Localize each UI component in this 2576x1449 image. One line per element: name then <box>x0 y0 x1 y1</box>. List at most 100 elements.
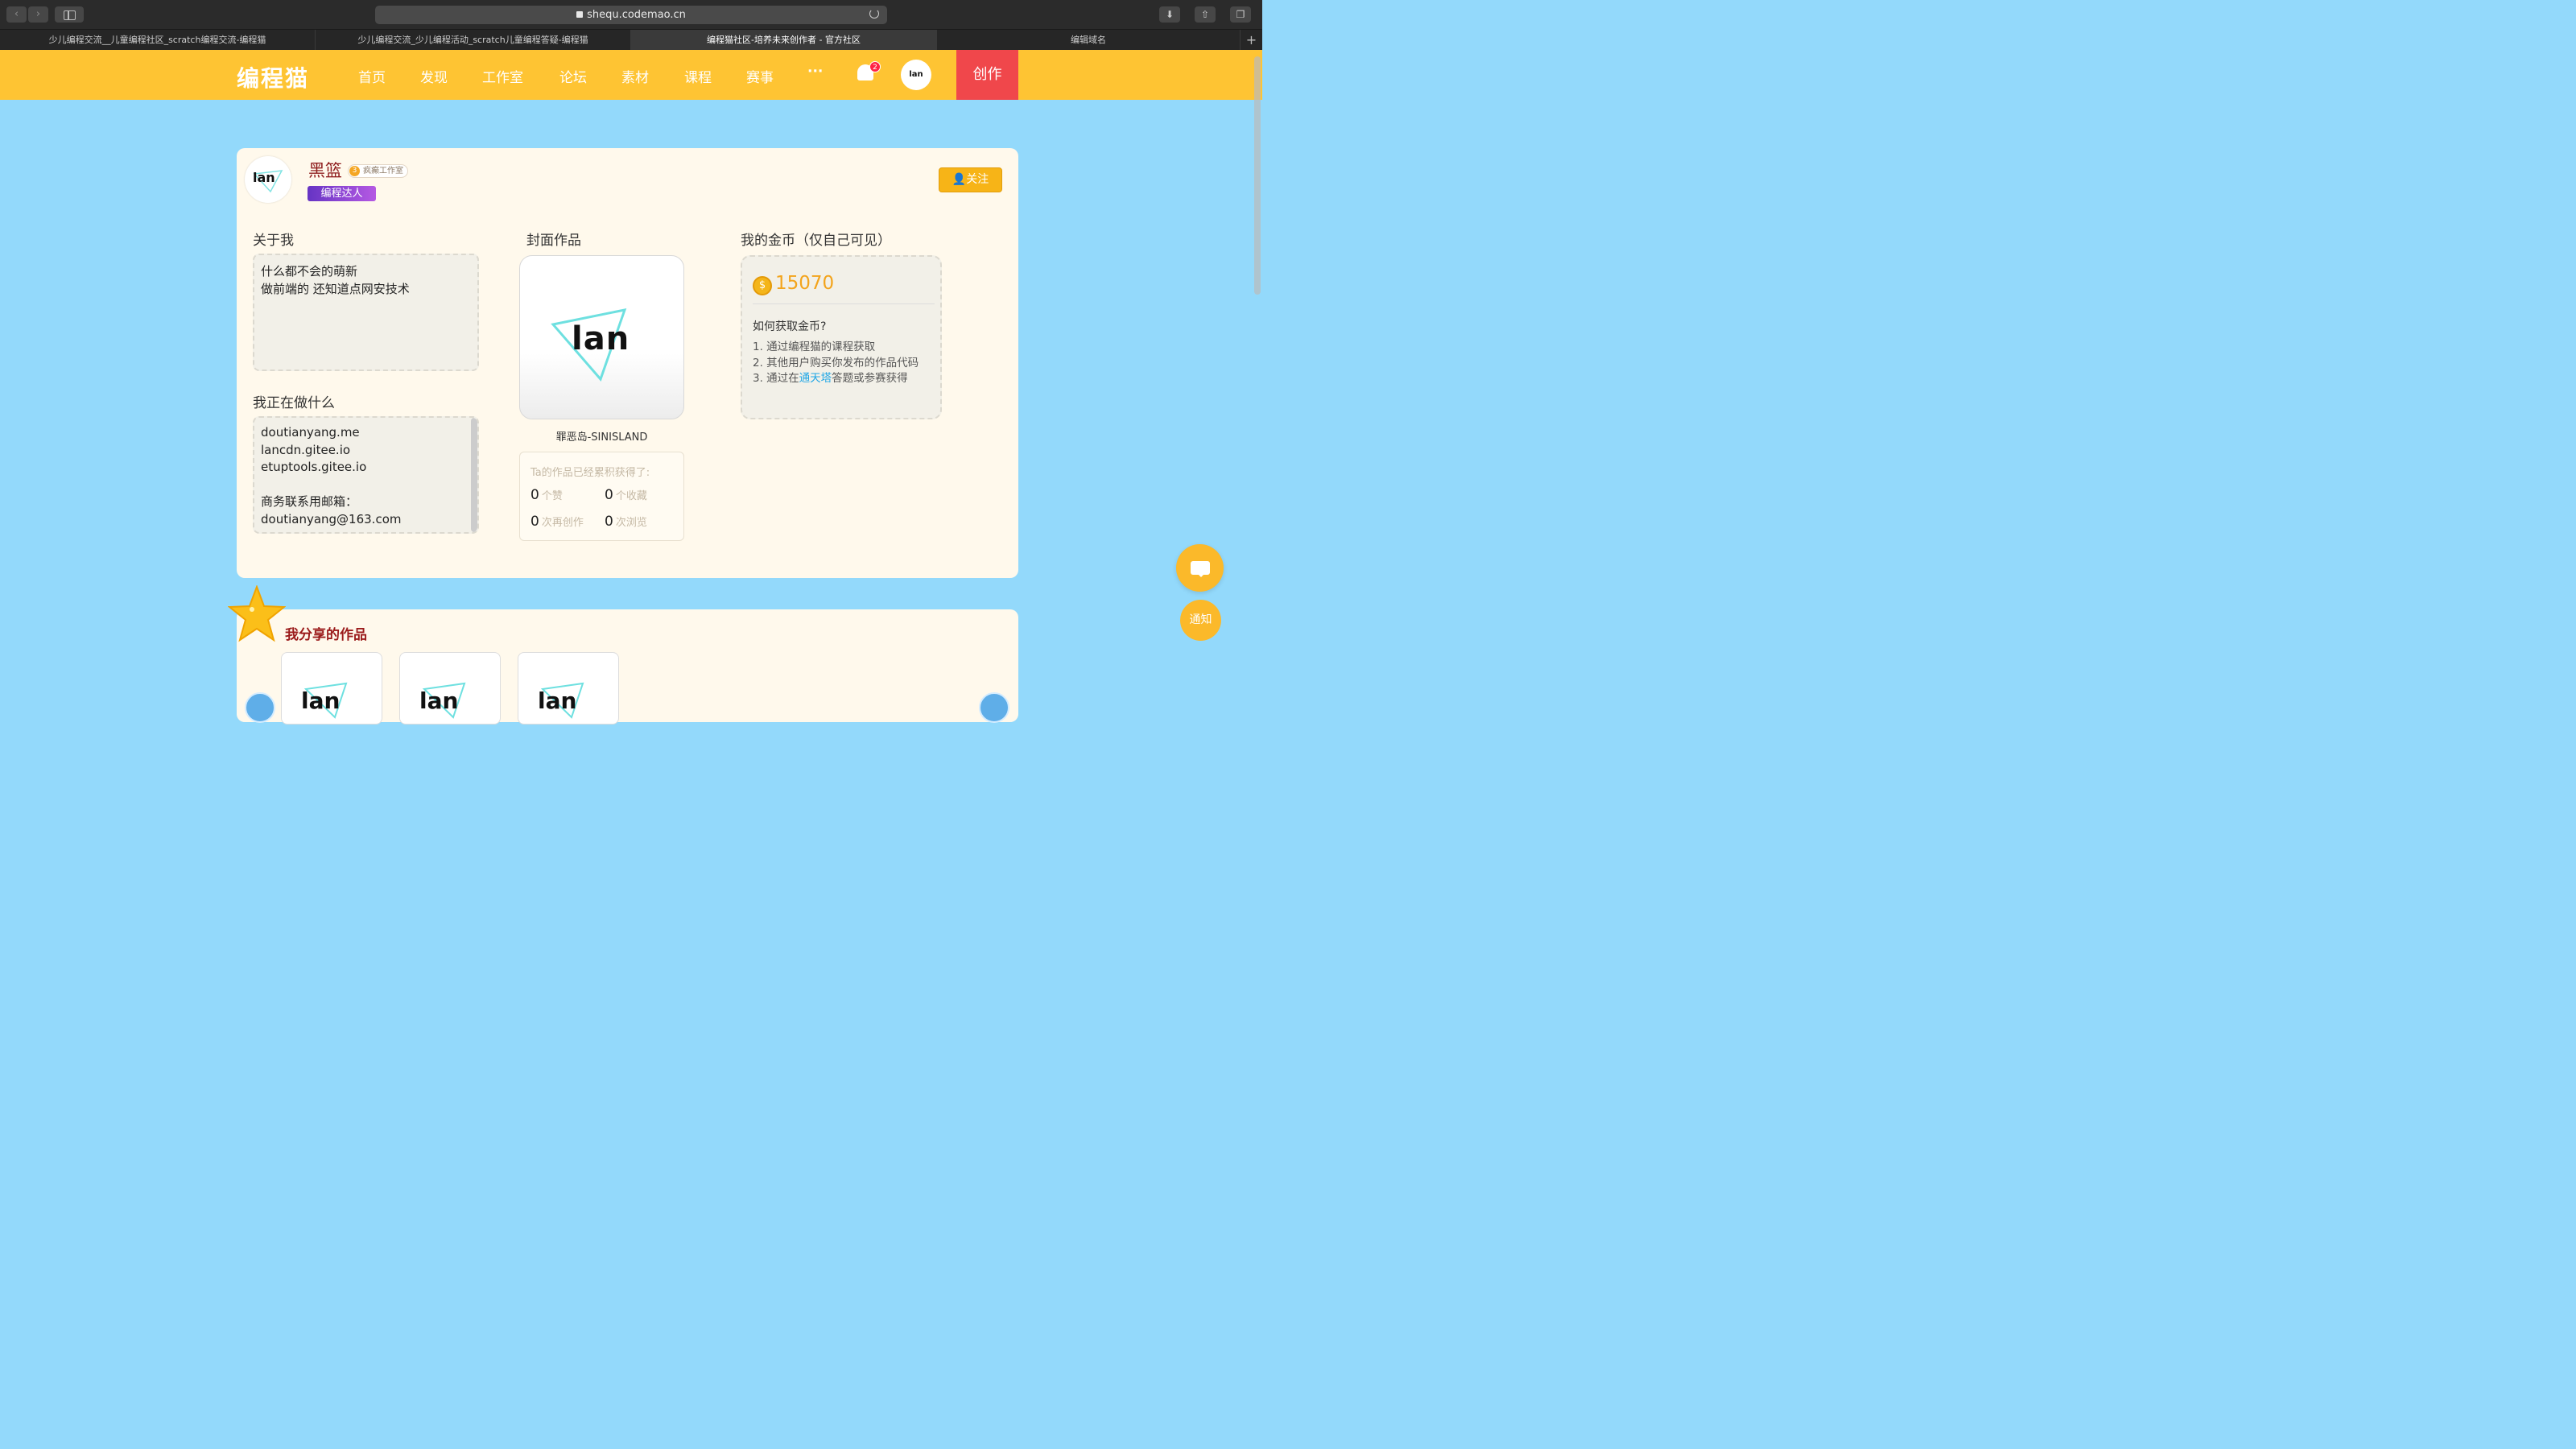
notification-badge: 2 <box>869 61 881 72</box>
profile-avatar: lan <box>245 156 291 203</box>
browser-tab[interactable]: 编辑域名 <box>937 30 1241 50</box>
address-url: shequ.codemao.cn <box>587 9 686 21</box>
follow-label: 关注 <box>966 173 989 186</box>
collects-label: 个收藏 <box>615 490 647 502</box>
about-title: 关于我 <box>253 233 294 249</box>
profile-card: lan 黑篮 3 疯癫工作室 编程达人 👤关注 关于我 什么都不会的萌新 做前端… <box>237 148 1018 578</box>
coins-way-3-post: 答题或参赛获得 <box>832 372 908 385</box>
work-card[interactable]: lan <box>281 652 382 724</box>
views-count: 0 <box>605 514 613 530</box>
work-thumb-text: lan <box>419 687 459 714</box>
site-logo[interactable]: 编程猫 <box>237 61 309 93</box>
nav-courses[interactable]: 课程 <box>684 66 712 86</box>
likes-label: 个赞 <box>541 490 563 502</box>
nav-materials[interactable]: 素材 <box>621 66 649 86</box>
username: 黑篮 <box>308 161 342 180</box>
lock-icon <box>576 11 584 18</box>
about-box: 什么都不会的萌新 做前端的 还知道点网安技术 <box>253 254 479 371</box>
about-line: 什么都不会的萌新 <box>261 264 358 279</box>
about-line: 做前端的 还知道点网安技术 <box>261 282 410 296</box>
stat-collects: 0 个收藏 <box>605 487 647 503</box>
title-badge: 编程达人 <box>308 186 376 201</box>
forward-button[interactable]: › <box>28 6 48 23</box>
nav-studio[interactable]: 工作室 <box>482 66 523 86</box>
nav-events[interactable]: 赛事 <box>746 66 774 86</box>
chat-bubble-icon <box>1191 561 1210 577</box>
doing-line: etuptools.gitee.io <box>261 460 367 474</box>
cover-work-name[interactable]: 罪恶岛-SINISLAND <box>519 428 684 444</box>
avatar-text: lan <box>253 170 275 185</box>
doing-box: doutianyang.me lancdn.gitee.io etuptools… <box>253 416 479 534</box>
notice-button[interactable]: 通知 <box>1180 600 1221 641</box>
tower-link[interactable]: 通天塔 <box>799 372 832 385</box>
work-card[interactable]: lan <box>399 652 501 724</box>
share-button[interactable]: ⇧ <box>1195 6 1216 23</box>
tab-overview-button[interactable]: ❐ <box>1230 6 1251 23</box>
nav-forum[interactable]: 论坛 <box>559 66 587 86</box>
stats-heading: Ta的作品已经累积获得了: <box>530 467 650 479</box>
downloads-button[interactable]: ⬇ <box>1159 6 1180 23</box>
chevron-right-icon: › <box>35 8 41 20</box>
recreates-count: 0 <box>530 514 539 530</box>
work-card[interactable]: lan <box>518 652 619 724</box>
doing-line: lancdn.gitee.io <box>261 442 351 457</box>
notification-bell[interactable]: 2 <box>857 61 881 80</box>
coin-amount: 15070 <box>775 273 835 294</box>
tab-bar: 少儿编程交流__儿童编程社区_scratch编程交流-编程猫 少儿编程交流_少儿… <box>0 30 1262 50</box>
coins-way-1: 1. 通过编程猫的课程获取 <box>753 341 876 353</box>
work-thumb-text: lan <box>301 687 341 714</box>
browser-tab[interactable]: 少儿编程交流_少儿编程活动_scratch儿童编程答疑-编程猫 <box>316 30 631 50</box>
doing-line: doutianyang.me <box>261 425 360 440</box>
address-bar[interactable]: shequ.codemao.cn <box>375 6 887 24</box>
coins-way-2: 2. 其他用户购买你发布的作品代码 <box>753 357 919 369</box>
doing-scrollbar[interactable] <box>471 418 477 532</box>
likes-count: 0 <box>530 487 539 503</box>
stat-views: 0 次浏览 <box>605 514 647 530</box>
coins-way-3: 3. 通过在通天塔答题或参赛获得 <box>753 369 908 385</box>
history-buttons: ‹ › <box>6 6 48 23</box>
cover-work-image[interactable]: lan <box>519 255 684 419</box>
back-button[interactable]: ‹ <box>6 6 27 23</box>
carousel-next-arrow-icon[interactable] <box>979 692 1009 723</box>
nav-home[interactable]: 首页 <box>358 66 386 86</box>
reload-icon[interactable] <box>869 9 879 19</box>
browser-tab-active[interactable]: 编程猫社区-培养未来创作者 - 官方社区 <box>631 30 937 50</box>
shared-works-title: 我分享的作品 <box>285 627 367 643</box>
stat-likes: 0 个赞 <box>530 487 563 503</box>
browser-tab[interactable]: 少儿编程交流__儿童编程社区_scratch编程交流-编程猫 <box>0 30 316 50</box>
doing-line: 商务联系用邮箱： <box>261 494 358 509</box>
collects-count: 0 <box>605 487 613 503</box>
views-label: 次浏览 <box>615 517 647 529</box>
work-thumb-text: lan <box>538 687 577 714</box>
tab-title: 编辑域名 <box>1071 35 1106 45</box>
doing-title: 我正在做什么 <box>253 395 335 411</box>
recreates-label: 次再创作 <box>541 517 584 529</box>
coins-way-3-pre: 3. 通过在 <box>753 372 799 385</box>
follow-button[interactable]: 👤关注 <box>939 167 1002 192</box>
stat-recreates: 0 次再创作 <box>530 514 584 530</box>
tab-title: 少儿编程交流_少儿编程活动_scratch儿童编程答疑-编程猫 <box>357 35 588 45</box>
user-add-icon: 👤 <box>952 173 967 186</box>
create-button[interactable]: 创作 <box>956 50 1018 100</box>
studio-level: 3 <box>349 166 360 176</box>
site-header: 编程猫 首页 发现 工作室 论坛 素材 课程 赛事 ··· <box>0 50 1262 100</box>
cover-title: 封面作品 <box>526 233 581 249</box>
share-icon: ⇧ <box>1200 9 1210 20</box>
studio-name: 疯癫工作室 <box>363 167 403 175</box>
nav-more[interactable]: ··· <box>807 64 823 80</box>
coin-icon: $ <box>753 276 772 295</box>
coins-box: $ 15070 如何获取金币? 1. 通过编程猫的课程获取 2. 其他用户购买你… <box>741 255 942 419</box>
tabs-icon: ❐ <box>1236 9 1245 20</box>
new-tab-button[interactable]: + <box>1241 30 1262 50</box>
sidebar-toggle-button[interactable] <box>55 6 84 23</box>
work-stats: Ta的作品已经累积获得了: 0 个赞 0 个收藏 0 次再创作 0 次浏览 <box>519 452 684 541</box>
header-avatar[interactable]: lan <box>901 60 931 90</box>
nav-discover[interactable]: 发现 <box>420 66 448 86</box>
chat-button[interactable] <box>1176 544 1224 592</box>
doing-line: doutianyang@163.com <box>261 511 402 526</box>
cover-text: lan <box>572 320 630 357</box>
carousel-prev-arrow-icon[interactable] <box>245 692 275 723</box>
studio-tag[interactable]: 3 疯癫工作室 <box>348 164 408 178</box>
coins-title: 我的金币（仅自己可见） <box>741 233 891 249</box>
page-scrollbar[interactable] <box>1254 56 1261 295</box>
